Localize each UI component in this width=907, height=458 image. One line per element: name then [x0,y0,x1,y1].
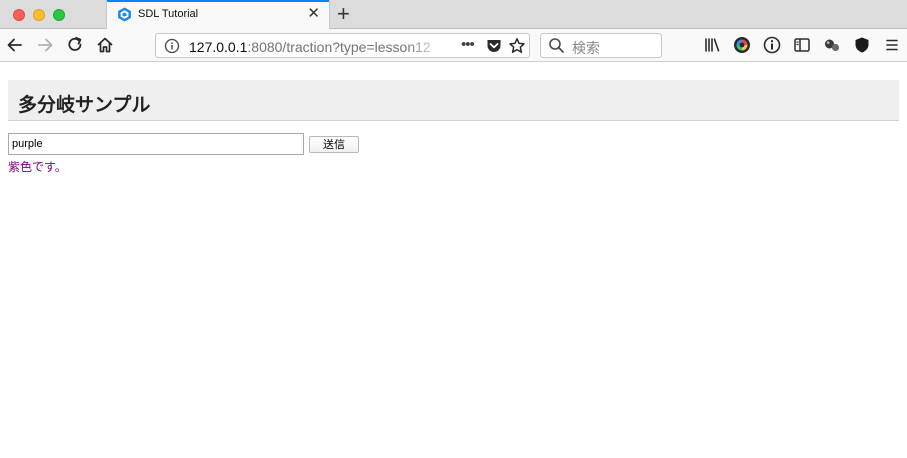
hamburger-menu-icon [886,39,898,51]
search-icon [549,38,564,53]
page-title: 多分岐サンプル [18,95,151,116]
page-header: 多分岐サンプル [8,80,899,121]
search-input[interactable]: 検索 [572,38,600,58]
extension-button[interactable] [822,35,842,55]
tab-sdl-tutorial[interactable]: SDL Tutorial ✕ [106,0,330,30]
forward-button[interactable] [35,35,55,55]
color-input[interactable] [8,133,304,155]
tab-close-icon[interactable]: ✕ [307,6,320,22]
back-button[interactable] [5,35,25,55]
sdl-logo-icon [118,7,131,22]
color-extension-button[interactable] [732,35,752,55]
tab-active-indicator [107,0,329,2]
bookmark-star-icon[interactable] [508,37,526,55]
url-path: :8080/traction?type=lesson12 [247,39,431,55]
url-fade [406,35,446,56]
url-host: 127.0.0.1 [189,39,248,55]
menu-button[interactable] [882,35,902,55]
page-content: 多分岐サンプル 送信 紫色です。 [0,62,907,458]
shield-extension-button[interactable] [852,35,872,55]
color-wheel-icon [734,37,750,53]
sidebar-button[interactable] [792,35,812,55]
arrow-left-icon [7,38,22,52]
close-window-button[interactable] [13,9,25,21]
sidebar-icon [794,38,810,52]
library-button[interactable] [702,35,722,55]
home-icon [97,37,113,53]
search-bar[interactable]: 検索 [540,33,662,58]
submit-button[interactable]: 送信 [309,136,359,153]
address-bar[interactable]: 127.0.0.1:8080/traction?type=lesson12 ••… [155,33,530,58]
arrow-right-icon [38,38,53,52]
new-tab-button[interactable]: + [337,2,350,26]
shield-icon [855,37,869,53]
navigation-toolbar: 127.0.0.1:8080/traction?type=lesson12 ••… [0,29,907,62]
library-icon [705,38,720,52]
page-actions-icon[interactable]: ••• [461,36,475,53]
result-text: 紫色です。 [8,160,67,174]
pocket-icon[interactable] [485,37,503,55]
zoom-window-button[interactable] [53,9,65,21]
reload-icon [68,36,82,51]
reload-button[interactable] [65,35,85,55]
home-button[interactable] [95,35,115,55]
bubbles-icon [825,39,840,52]
info-extension-button[interactable] [762,35,782,55]
minimize-window-button[interactable] [33,9,45,21]
tab-strip: SDL Tutorial ✕ + [0,0,907,30]
info-circle-icon [763,36,781,54]
info-icon[interactable] [164,38,180,54]
tab-title: SDL Tutorial [138,8,199,20]
